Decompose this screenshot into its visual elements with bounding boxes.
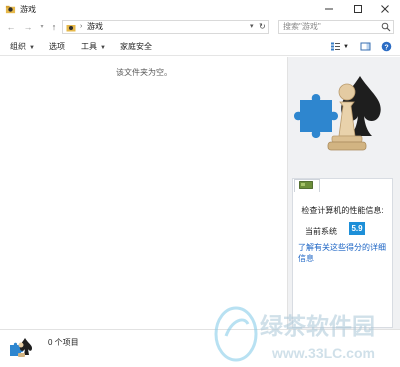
tools-menu[interactable]: 工具 ▼ (81, 42, 106, 53)
options-label: 选项 (49, 42, 65, 51)
pane-icon[interactable] (360, 41, 371, 52)
chess-puzzle-icon (294, 76, 381, 151)
dropdown-icon[interactable]: ▾ (37, 20, 47, 34)
view-dropdown-icon[interactable]: ▼ (343, 42, 349, 52)
parental-controls-label: 家庭安全 (120, 42, 152, 51)
current-system-label: 当前系统 (305, 227, 337, 236)
breadcrumb[interactable]: 游戏 (87, 22, 103, 32)
back-arrow-icon[interactable]: ← (6, 20, 16, 34)
close-icon (381, 5, 389, 13)
help-icon[interactable]: ? (381, 41, 392, 52)
file-list[interactable] (0, 57, 286, 329)
score-details-link[interactable]: 了解有关这些得分的详细信息 (298, 242, 390, 264)
monitor-icon (299, 181, 313, 189)
performance-title: 检查计算机的性能信息: (301, 206, 384, 215)
svg-text:?: ? (384, 44, 388, 51)
view-icon[interactable] (330, 41, 341, 52)
score-badge: 5.9 (349, 222, 365, 235)
organize-menu[interactable]: 组织 ▼ (10, 42, 35, 53)
search-placeholder: 搜索"游戏" (283, 22, 321, 31)
forward-arrow-icon[interactable]: → (23, 20, 33, 34)
caret-down-icon: ▼ (100, 45, 106, 51)
maximize-icon (354, 5, 362, 13)
parental-controls-button[interactable]: 家庭安全 (120, 42, 152, 52)
folder-icon (5, 5, 16, 14)
watermark-url: www.33LC.com (271, 345, 375, 361)
search-icon[interactable] (381, 22, 391, 32)
caret-down-icon: ▼ (29, 45, 35, 51)
chess-puzzle-icon (10, 338, 32, 357)
close-button[interactable] (372, 0, 398, 18)
chevron-down-icon[interactable]: ▾ (250, 21, 254, 33)
up-arrow-icon[interactable]: ↑ (49, 20, 59, 34)
minimize-icon (325, 8, 333, 10)
watermark: 绿茶软件园 www.33LC.com (214, 306, 375, 362)
refresh-icon[interactable]: ↻ (259, 21, 266, 33)
maximize-button[interactable] (345, 0, 371, 18)
watermark-brand: 绿茶软件园 (260, 313, 375, 340)
breadcrumb-separator: › (80, 23, 83, 30)
folder-icon (66, 25, 76, 32)
window-title: 游戏 (20, 5, 36, 14)
options-button[interactable]: 选项 (49, 42, 65, 52)
item-count: 0 个项目 (48, 338, 79, 347)
tools-label: 工具 (81, 42, 97, 51)
organize-label: 组织 (10, 42, 26, 51)
minimize-button[interactable] (316, 0, 342, 18)
empty-folder-message: 该文件夹为空。 (116, 68, 172, 77)
